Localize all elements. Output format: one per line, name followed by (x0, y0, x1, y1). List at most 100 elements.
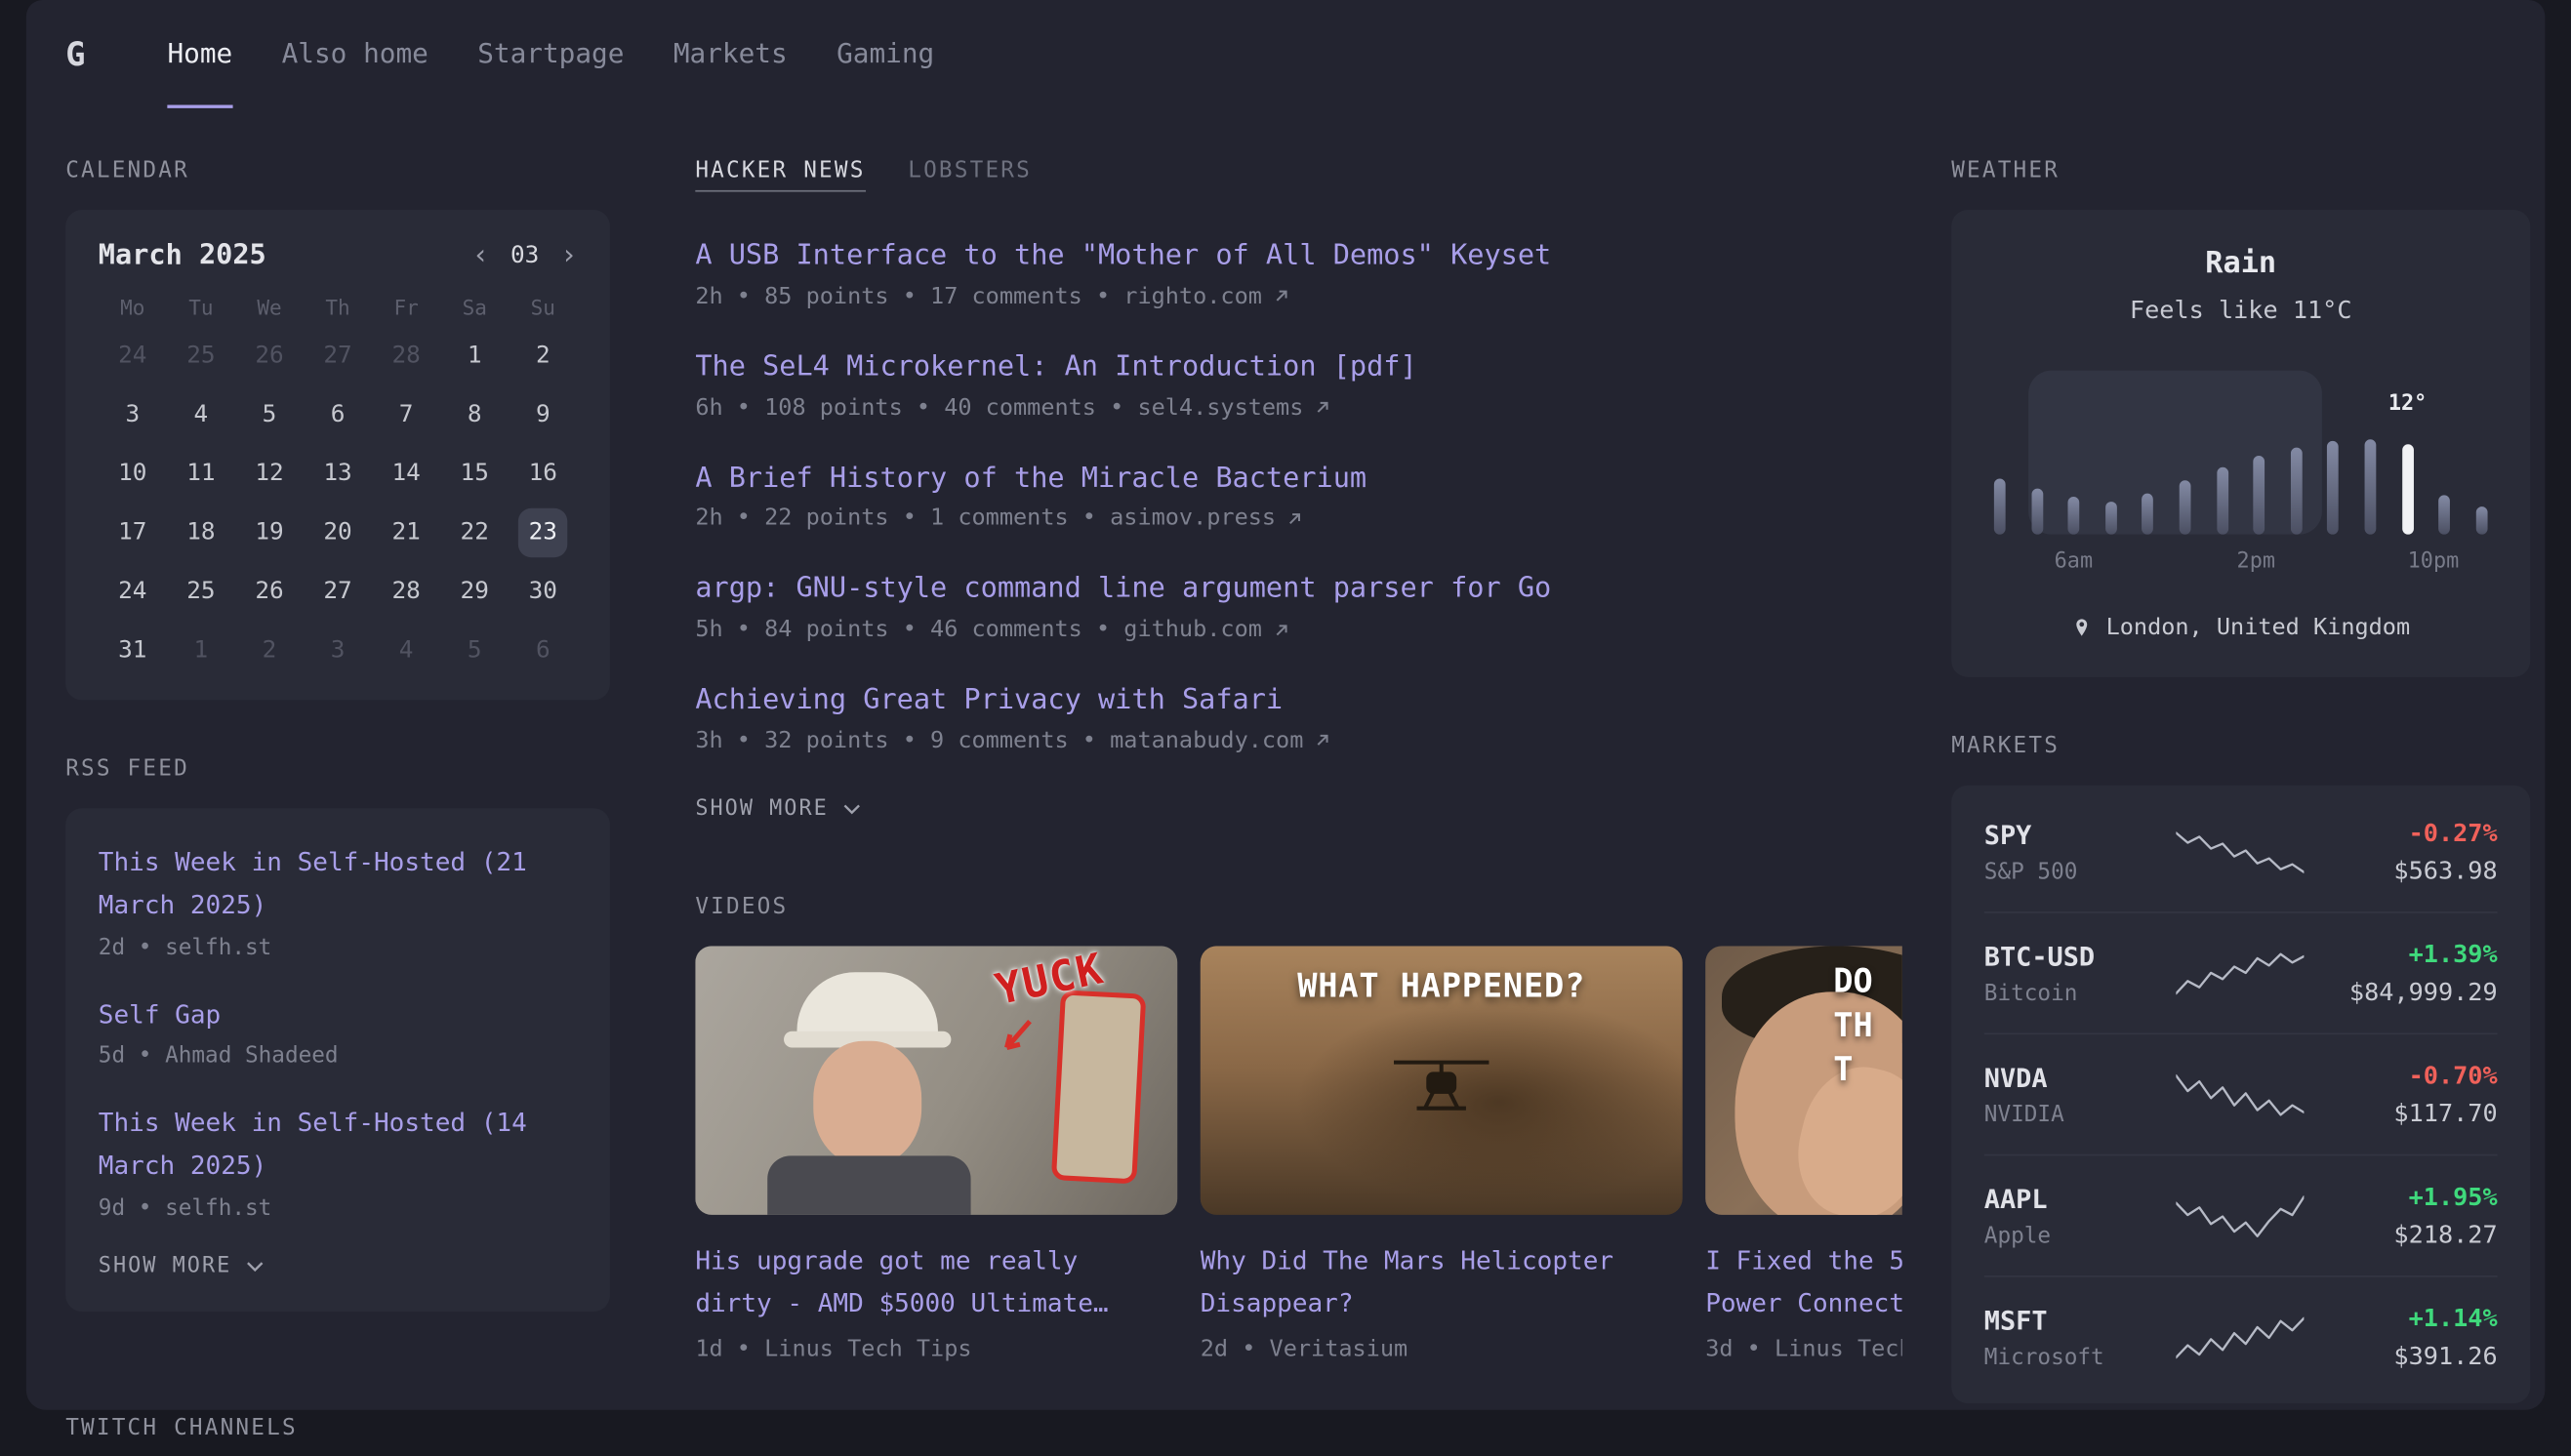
market-row[interactable]: SPY S&P 500 -0.27% $563.98 (1984, 791, 2498, 911)
nav-tab[interactable]: Also home (282, 0, 428, 108)
market-row[interactable]: AAPL Apple +1.95% $218.27 (1984, 1154, 2498, 1275)
calendar-day[interactable]: 31 (99, 622, 167, 680)
calendar-day[interactable]: 1 (440, 326, 509, 384)
calendar-day[interactable]: 24 (99, 326, 167, 384)
news-meta: 2h • 22 points • 1 comments • asimov.pre… (695, 506, 1901, 532)
calendar-day[interactable]: 25 (167, 562, 235, 621)
news-source-tab[interactable]: LOBSTERS (908, 157, 1032, 191)
video-title-line: I Fixed the 5090 (1705, 1241, 1902, 1283)
calendar-day[interactable]: 28 (372, 326, 440, 384)
external-link-icon[interactable] (1286, 509, 1303, 527)
calendar-day[interactable]: 30 (509, 562, 577, 621)
calendar-day[interactable]: 1 (167, 622, 235, 680)
nav-tab[interactable]: Home (167, 0, 232, 108)
calendar-day[interactable]: 23 (509, 504, 577, 562)
top-nav: G Home Also home Startpage Markets Gamin… (26, 0, 2545, 108)
market-row[interactable]: MSFT Microsoft +1.14% $391.26 (1984, 1275, 2498, 1396)
video-title[interactable]: Why Did The Mars Helicopter Disappear? (1201, 1241, 1683, 1325)
video-thumbnail[interactable]: DO TH T (1705, 946, 1902, 1215)
news-title-link[interactable]: The SeL4 Microkernel: An Introduction [p… (695, 348, 1901, 387)
rss-item-title[interactable]: This Week in Self-Hosted (21 March 2025) (99, 841, 578, 928)
video-thumbnail[interactable]: WHAT HAPPENED? (1201, 946, 1683, 1215)
calendar-next-icon[interactable]: › (560, 242, 577, 270)
calendar-day[interactable]: 2 (509, 326, 577, 384)
calendar-day[interactable]: 7 (372, 385, 440, 444)
markets-widget: MARKETS SPY S&P 500 -0.27% (1951, 733, 2530, 1403)
news-source-tab[interactable]: HACKER NEWS (695, 157, 865, 191)
calendar-day[interactable]: 28 (372, 562, 440, 621)
calendar-day[interactable]: 8 (440, 385, 509, 444)
app-logo[interactable]: G (65, 0, 85, 108)
video-title[interactable]: His upgrade got me really dirty - AMD $5… (695, 1241, 1177, 1325)
calendar-day[interactable]: 19 (235, 504, 304, 562)
calendar-day[interactable]: 22 (440, 504, 509, 562)
market-name: Microsoft (1984, 1344, 2176, 1370)
calendar-day[interactable]: 15 (440, 444, 509, 503)
external-link-icon[interactable] (1272, 287, 1289, 304)
news-show-more-button[interactable]: SHOW MORE (695, 796, 861, 821)
calendar-day[interactable]: 13 (304, 444, 372, 503)
calendar-day[interactable]: 21 (372, 504, 440, 562)
location-pin-icon (2071, 615, 2093, 641)
calendar-day[interactable]: 5 (440, 622, 509, 680)
calendar-day[interactable]: 6 (304, 385, 372, 444)
weather-location-text: London, United Kingdom (2106, 615, 2411, 641)
news-title-link[interactable]: argp: GNU-style command line argument pa… (695, 571, 1901, 610)
video-meta: 2d • Veritasium (1201, 1336, 1683, 1362)
market-row[interactable]: NVDA NVIDIA -0.70% $117.70 (1984, 1032, 2498, 1153)
nav-tab[interactable]: Gaming (837, 0, 934, 108)
video-title[interactable]: I Fixed the 5090 Power Connector… (1705, 1241, 1902, 1325)
calendar-day[interactable]: 27 (304, 562, 372, 621)
external-link-icon[interactable] (1313, 732, 1330, 749)
news-title-link[interactable]: A Brief History of the Miracle Bacterium (695, 460, 1901, 499)
rss-show-more-button[interactable]: SHOW MORE (99, 1254, 265, 1278)
external-link-icon[interactable] (1313, 398, 1330, 416)
nav-tab[interactable]: Markets (673, 0, 788, 108)
weather-hour-bar (2365, 371, 2377, 535)
weather-chart: 12° (1987, 371, 2494, 535)
chevron-down-icon (246, 1260, 264, 1272)
calendar-day[interactable]: 10 (99, 444, 167, 503)
calendar-day[interactable]: 26 (235, 326, 304, 384)
calendar-day[interactable]: 16 (509, 444, 577, 503)
video-thumbnail[interactable]: YUCK (695, 946, 1177, 1215)
rss-item-title[interactable]: This Week in Self-Hosted (14 March 2025) (99, 1102, 578, 1189)
calendar-prev-icon[interactable]: ‹ (472, 242, 489, 270)
calendar-day[interactable]: 5 (235, 385, 304, 444)
rss-item-title[interactable]: Self Gap (99, 993, 578, 1036)
news-title-link[interactable]: Achieving Great Privacy with Safari (695, 682, 1901, 721)
calendar-day[interactable]: 4 (167, 385, 235, 444)
market-row[interactable]: BTC-USD Bitcoin +1.39% $84,999.29 (1984, 911, 2498, 1032)
calendar-day[interactable]: 18 (167, 504, 235, 562)
external-link-icon[interactable] (1272, 621, 1289, 638)
calendar-day[interactable]: 12 (235, 444, 304, 503)
calendar-day[interactable]: 6 (509, 622, 577, 680)
markets-card: SPY S&P 500 -0.27% $563.98 (1951, 786, 2530, 1403)
calendar-day[interactable]: 25 (167, 326, 235, 384)
calendar-day[interactable]: 20 (304, 504, 372, 562)
calendar-day[interactable]: 24 (99, 562, 167, 621)
calendar-day[interactable]: 14 (372, 444, 440, 503)
nav-tab[interactable]: Startpage (477, 0, 624, 108)
calendar-day[interactable]: 2 (235, 622, 304, 680)
calendar-day[interactable]: 26 (235, 562, 304, 621)
calendar-day[interactable]: 3 (99, 385, 167, 444)
weather-hour-bar (2031, 371, 2043, 535)
calendar-day[interactable]: 11 (167, 444, 235, 503)
calendar-day[interactable]: 3 (304, 622, 372, 680)
market-symbol-block: AAPL Apple (1984, 1183, 2176, 1248)
weather-hour-bar (2291, 371, 2303, 535)
market-value-block: -0.70% $117.70 (2306, 1061, 2498, 1128)
weather-hour-bar (2217, 371, 2228, 535)
weekday-label: Sa (440, 295, 509, 319)
calendar-day[interactable]: 27 (304, 326, 372, 384)
calendar-day[interactable]: 4 (372, 622, 440, 680)
news-item: Achieving Great Privacy with Safari 3h •… (695, 682, 1901, 754)
calendar-day[interactable]: 29 (440, 562, 509, 621)
calendar-day[interactable]: 9 (509, 385, 577, 444)
sparkline-chart (2176, 1070, 2306, 1118)
news-title-link[interactable]: A USB Interface to the "Mother of All De… (695, 238, 1901, 277)
market-change-percent: -0.27% (2306, 818, 2498, 847)
rss-card: This Week in Self-Hosted (21 March 2025)… (65, 808, 610, 1311)
calendar-day[interactable]: 17 (99, 504, 167, 562)
